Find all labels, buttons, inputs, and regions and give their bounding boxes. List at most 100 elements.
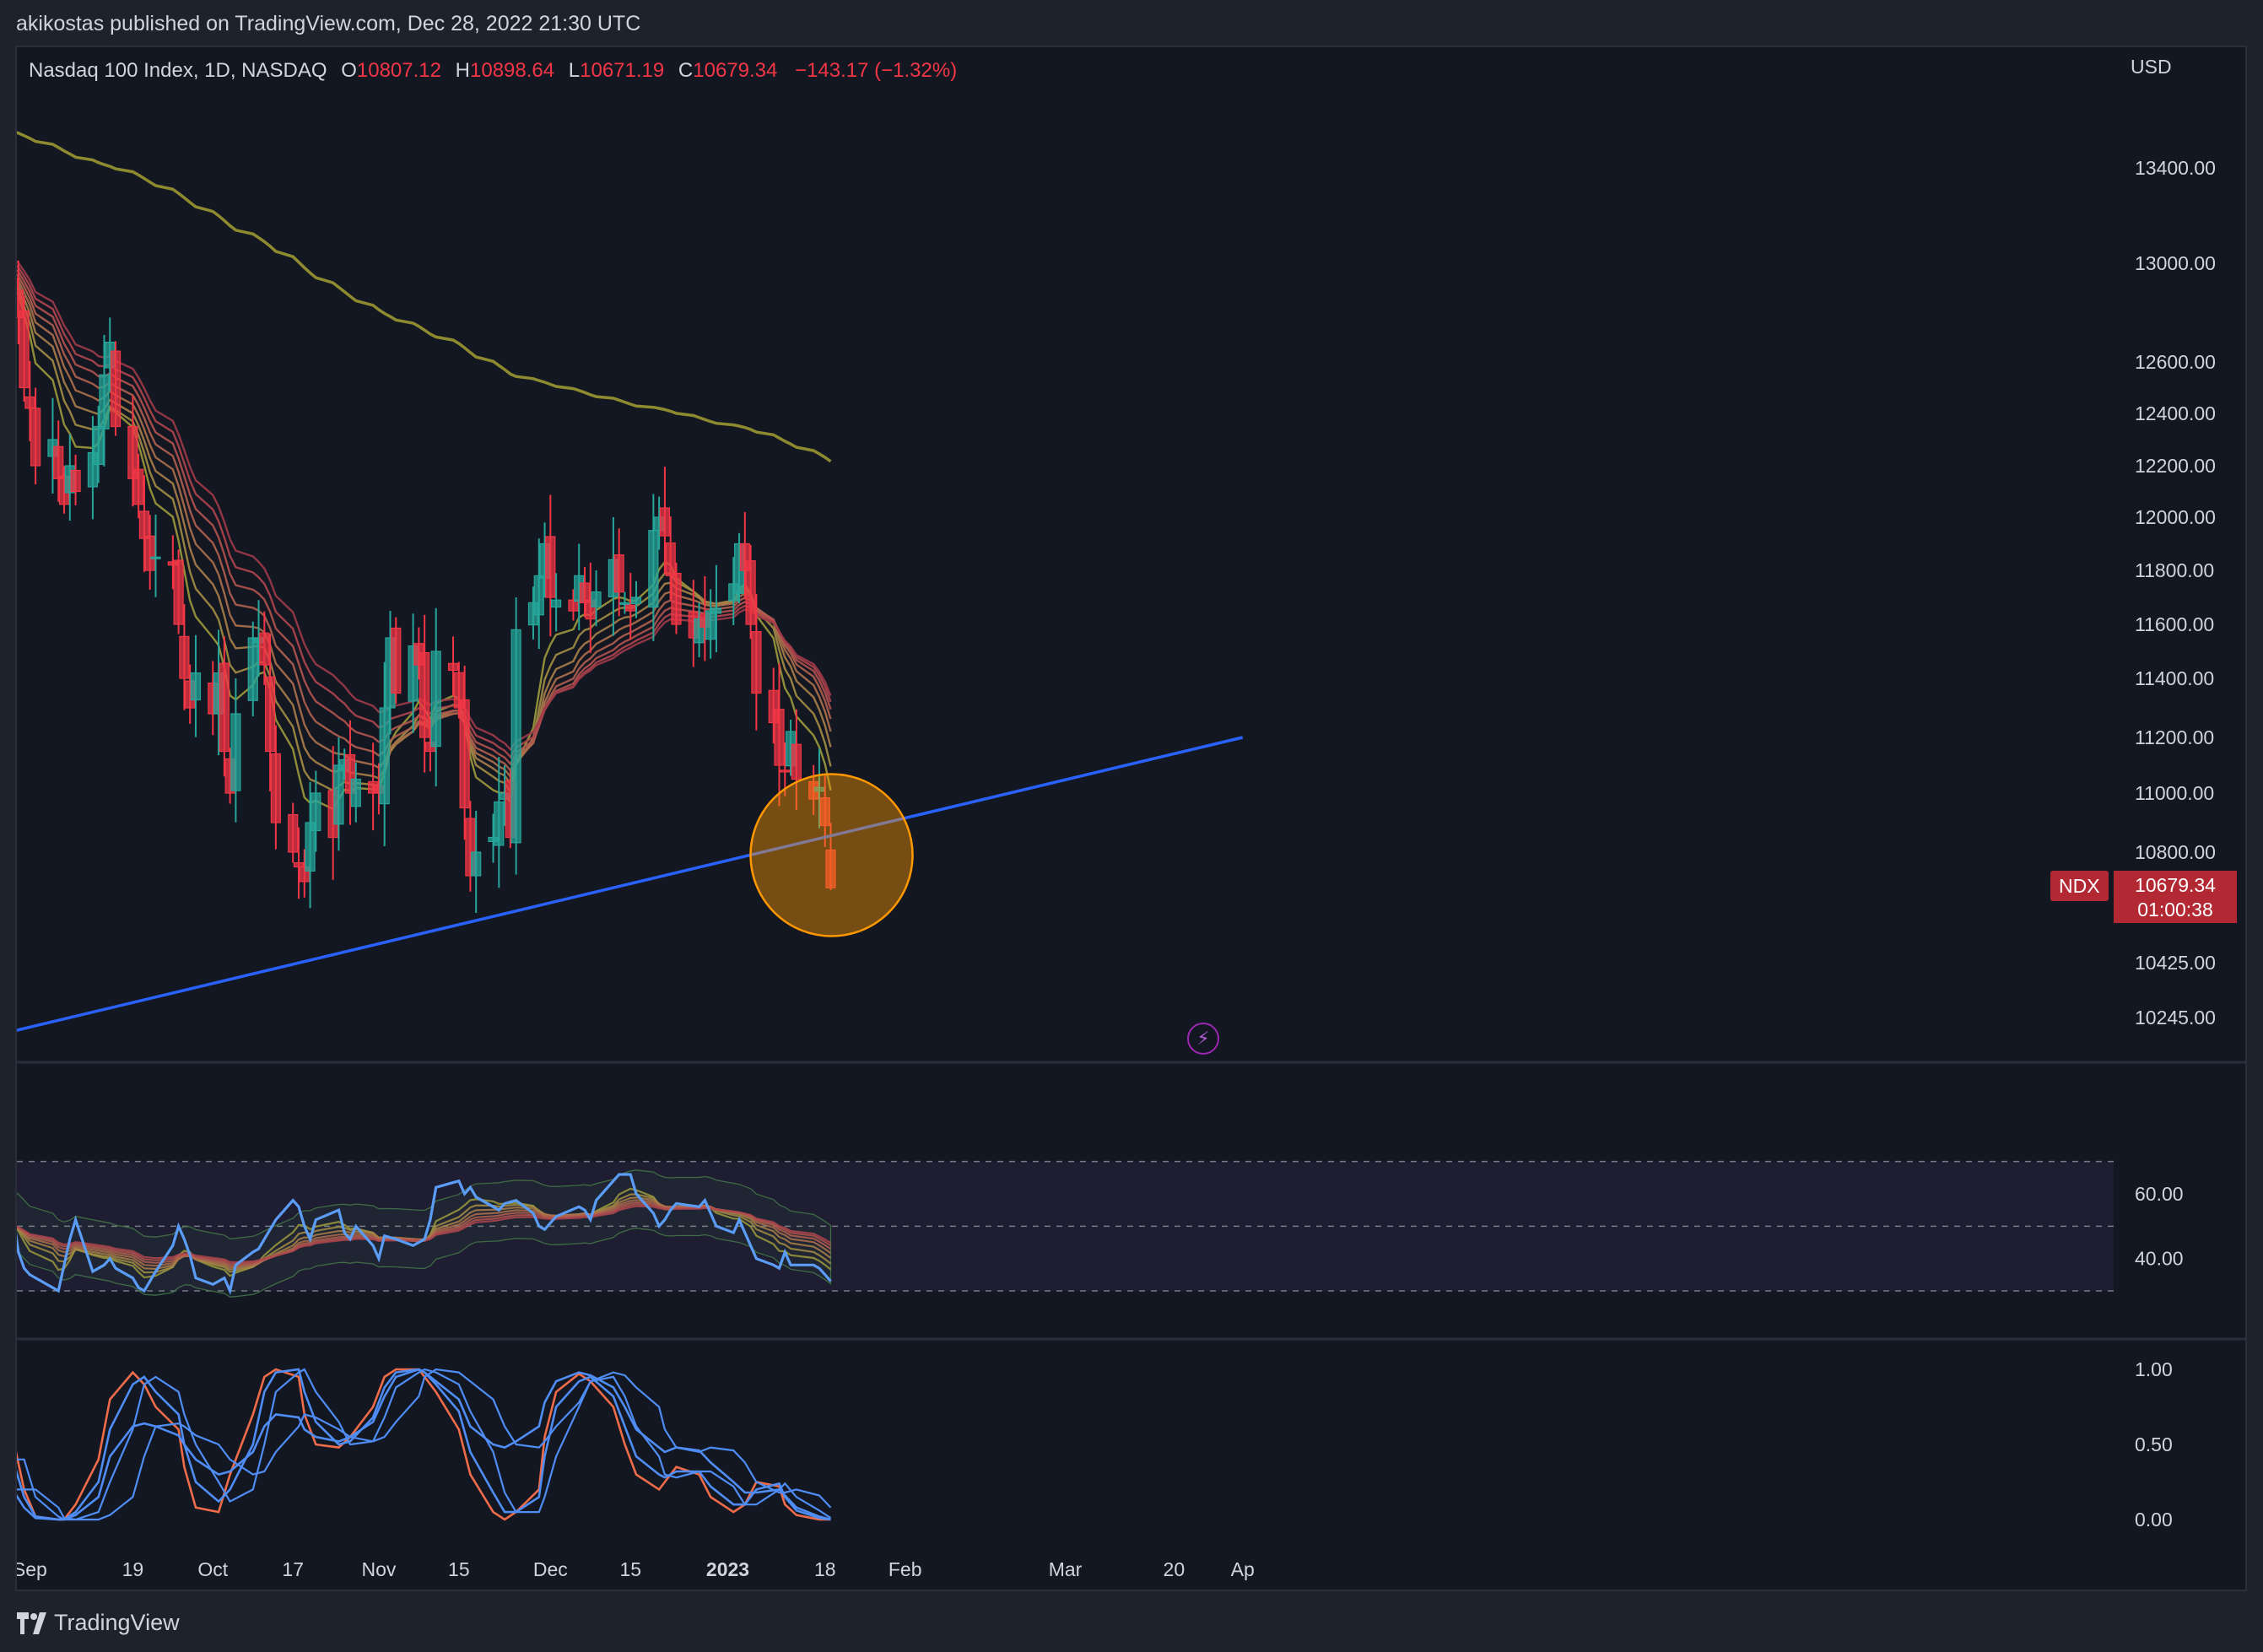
time-tick-label: 20 <box>1164 1558 1186 1580</box>
last-price-box: 10679.34 01:00:38 <box>2114 871 2237 923</box>
bar-countdown: 01:00:38 <box>2137 899 2213 920</box>
price-tick-label: 13000.00 <box>2135 252 2216 274</box>
candle-body <box>550 599 562 608</box>
candle-body <box>270 753 281 823</box>
candle-body <box>705 610 716 640</box>
candle-body <box>293 861 305 868</box>
time-tick-label: 15 <box>619 1558 641 1580</box>
stoch-tick-label: 0.50 <box>2135 1433 2173 1455</box>
last-price-value: 10679.34 <box>2135 874 2216 896</box>
candle-body <box>447 662 459 672</box>
candle-body <box>333 764 344 825</box>
candle-body <box>659 507 671 537</box>
chart-frame[interactable]: 13400.00 13000.00 12600.00 12400.00 12200.00… <box>15 46 2247 1591</box>
currency-label: USD <box>2131 56 2172 78</box>
close-label: C <box>678 59 694 82</box>
candle-body <box>671 572 682 625</box>
candle-body <box>265 676 276 753</box>
candle-body <box>648 530 659 608</box>
change-value: −143.17 (−1.32%) <box>795 59 958 82</box>
candle-body <box>350 778 361 807</box>
brand-name: TradingView <box>54 1610 180 1635</box>
symbol-tag: NDX <box>2050 871 2109 901</box>
candle-body <box>93 425 104 466</box>
time-tick-label: Mar <box>1049 1558 1083 1580</box>
open-label: O <box>341 59 357 82</box>
candle-body <box>259 632 270 666</box>
highlight-circle <box>749 773 914 937</box>
candle-body <box>494 801 505 846</box>
time-tick-label: Oct <box>197 1558 228 1580</box>
price-tick-label: 11800.00 <box>2135 559 2214 581</box>
time-tick-label: 15 <box>448 1558 470 1580</box>
footer-bar: TradingView <box>0 1593 2263 1652</box>
price-tick-label: 11200.00 <box>2135 726 2214 748</box>
candle-body <box>533 575 544 616</box>
time-tick-label: Sep <box>17 1558 47 1580</box>
candle-body <box>579 582 591 603</box>
low-value: 10671.19 <box>580 59 665 82</box>
price-tick-label: 13400.00 <box>2135 157 2216 179</box>
top-bar: akikostas published on TradingView.com, … <box>0 0 2263 47</box>
symbol-title: Nasdaq 100 Index, 1D, NASDAQ <box>29 59 327 82</box>
candle-body <box>780 769 791 773</box>
rsi-tick-label: 40.00 <box>2135 1248 2184 1270</box>
candle-body <box>30 408 41 467</box>
time-tick-label: 2023 <box>706 1558 749 1580</box>
candle-body <box>173 559 184 625</box>
time-tick-label: Nov <box>361 1558 396 1580</box>
candle-body <box>99 374 110 429</box>
candle-body <box>17 277 19 289</box>
price-tick-label: 10245.00 <box>2135 1007 2216 1028</box>
low-label: L <box>568 59 581 82</box>
candle-body <box>510 629 521 844</box>
candle-body <box>144 535 155 571</box>
candle-body <box>190 672 202 701</box>
candle-body <box>230 713 241 791</box>
candle-body <box>150 556 161 559</box>
candle-body <box>430 651 441 748</box>
candle-body <box>471 851 482 877</box>
price-tick-label: 10425.00 <box>2135 952 2216 974</box>
price-tick-label: 10800.00 <box>2135 841 2216 863</box>
candle-body <box>545 536 556 598</box>
lightning-bolt-icon[interactable]: ⚡ <box>1187 1023 1219 1055</box>
published-credit: akikostas published on TradingView.com, … <box>16 12 641 35</box>
candle-body <box>391 627 402 694</box>
candle-body <box>70 469 81 493</box>
tradingview-logo-icon <box>17 1612 46 1634</box>
candle-body <box>630 597 642 604</box>
high-value: 10898.64 <box>470 59 555 82</box>
candle-body <box>24 396 35 409</box>
time-tick-label: 19 <box>122 1558 144 1580</box>
candle-body <box>247 637 258 701</box>
time-tick-label: Feb <box>888 1558 922 1580</box>
candle-body <box>745 560 756 625</box>
candle-body <box>419 651 430 738</box>
candle-body <box>459 699 470 809</box>
candle-body <box>219 662 230 753</box>
rsi-tick-label: 60.00 <box>2135 1183 2184 1205</box>
candle-body <box>591 591 602 607</box>
price-tick-label: 12400.00 <box>2135 402 2216 424</box>
chart-canvas[interactable]: 13400.00 13000.00 12600.00 12400.00 12200.00… <box>17 47 2247 1591</box>
candle-body <box>619 602 630 606</box>
candle-body <box>311 792 321 832</box>
close-value: 10679.34 <box>693 59 778 82</box>
price-tick-label: 11600.00 <box>2135 613 2214 635</box>
candle-body <box>613 554 624 593</box>
candle-body <box>179 635 190 679</box>
rsi-pane <box>17 1160 2114 1298</box>
open-value: 10807.12 <box>356 59 441 82</box>
candle-body <box>625 604 636 612</box>
candle-body <box>710 607 722 614</box>
brand[interactable]: TradingView <box>17 1610 180 1636</box>
time-tick-label: Dec <box>533 1558 568 1580</box>
candle-body <box>53 445 64 479</box>
time-tick-label: Ap <box>1231 1558 1255 1580</box>
candle-body <box>751 631 762 694</box>
candle-body <box>774 709 785 766</box>
stoch-tick-label: 1.00 <box>2135 1358 2173 1380</box>
high-label: H <box>455 59 470 82</box>
candle-body <box>288 813 299 853</box>
